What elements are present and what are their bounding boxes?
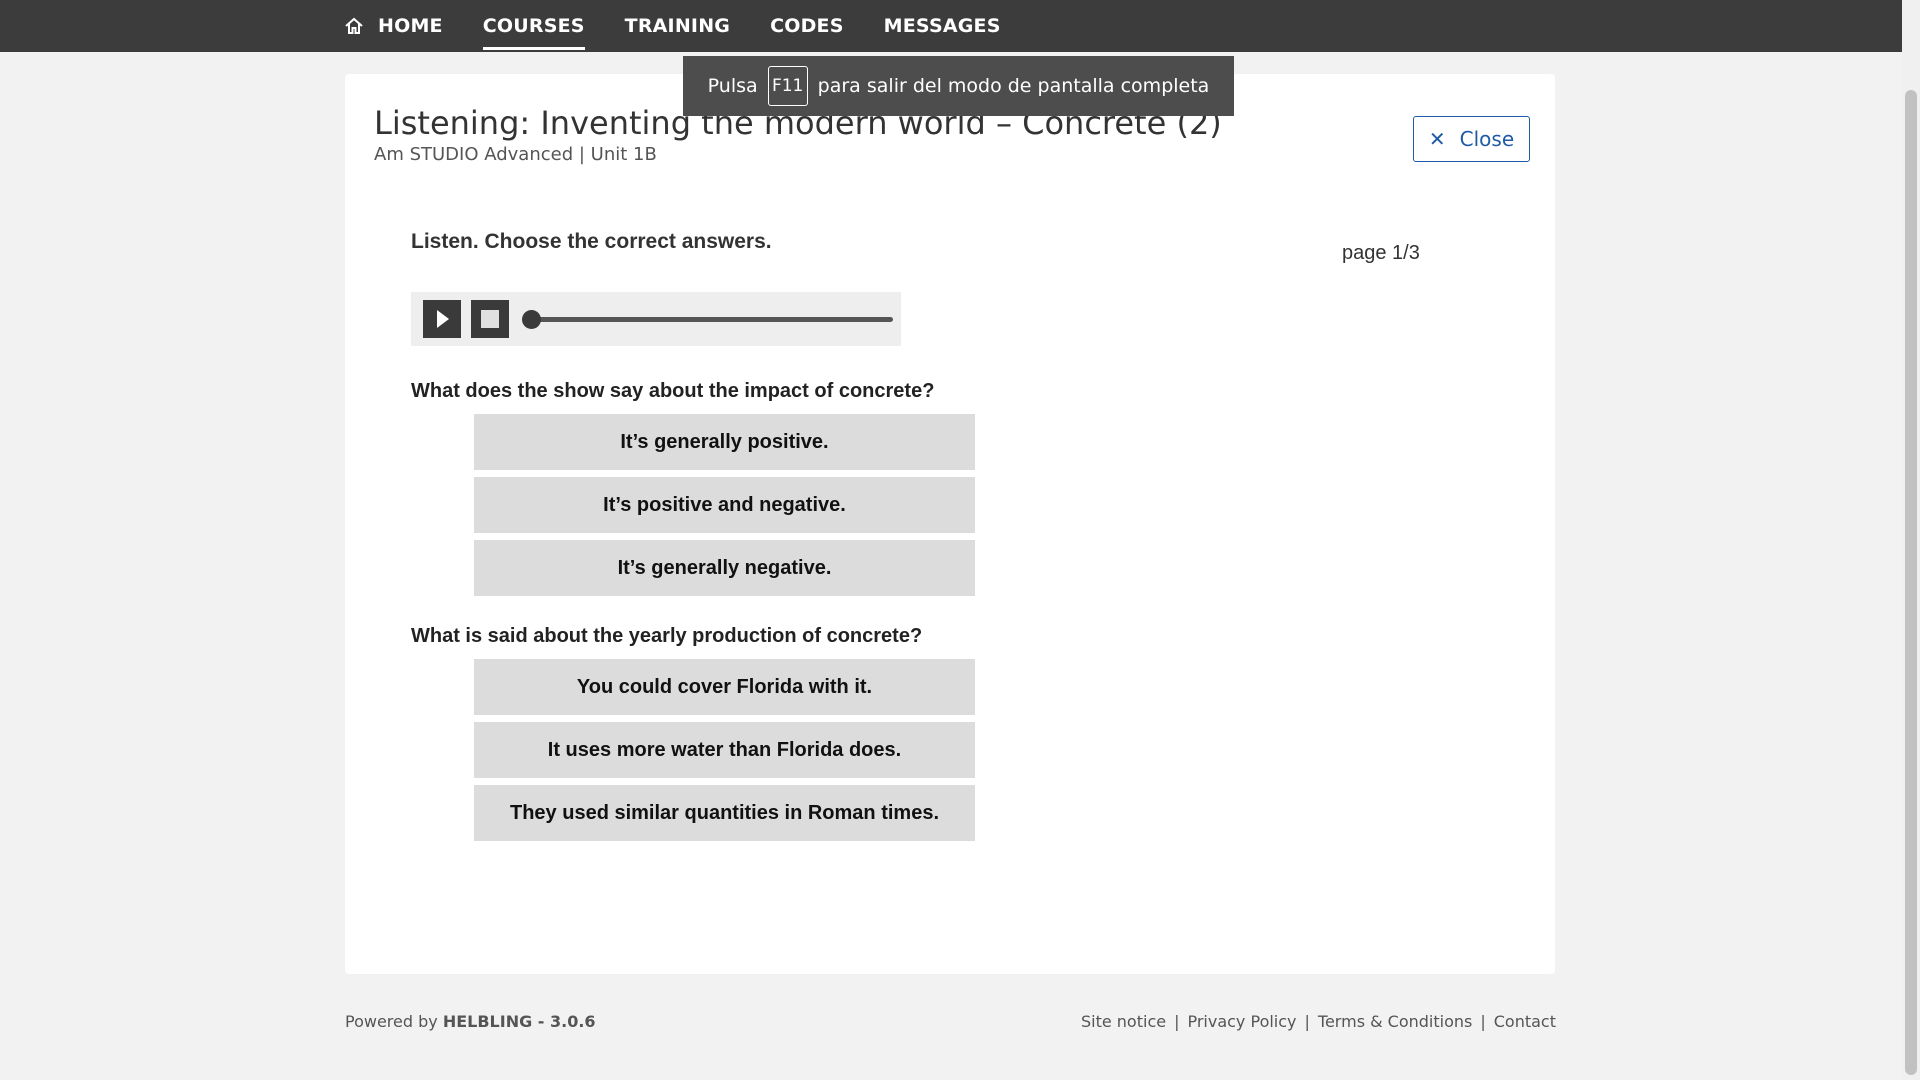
question-1: What does the show say about the impact … (411, 380, 935, 402)
home-icon (344, 16, 364, 36)
audio-player (411, 292, 901, 346)
exercise-instruction: Listen. Choose the correct answers. (411, 230, 772, 253)
powered-brand: HELBLING - 3.0.6 (442, 1012, 596, 1031)
nav-item-label: CODES (770, 15, 844, 37)
stop-button[interactable] (471, 300, 509, 338)
footer-powered-by: Powered by HELBLING - 3.0.6 (345, 1012, 596, 1031)
close-button-label: Close (1459, 127, 1515, 151)
nav-item-home[interactable]: HOME (344, 0, 443, 52)
footer-link-site-notice[interactable]: Site notice (1081, 1012, 1166, 1031)
nav-item-codes[interactable]: CODES (770, 0, 844, 52)
footer-link-terms[interactable]: Terms & Conditions (1318, 1012, 1472, 1031)
footer-links: Site notice | Privacy Policy | Terms & C… (1081, 1012, 1556, 1031)
powered-prefix: Powered by (345, 1012, 438, 1031)
page-indicator: page 1/3 (1342, 242, 1420, 264)
footer-link-privacy-policy[interactable]: Privacy Policy (1187, 1012, 1296, 1031)
top-navigation-bar: HOME COURSES TRAINING CODES MESSAGES (0, 0, 1902, 52)
question-2-options: You could cover Florida with it. It uses… (474, 659, 975, 848)
exercise-card: Listening: Inventing the modern world – … (345, 74, 1555, 974)
nav-item-training[interactable]: TRAINING (625, 0, 730, 52)
nav-item-label: COURSES (482, 15, 585, 37)
audio-progress-knob[interactable] (522, 310, 541, 329)
answer-option[interactable]: It’s generally positive. (474, 414, 975, 470)
footer-link-contact[interactable]: Contact (1494, 1012, 1556, 1031)
nav-item-label: TRAINING (624, 15, 731, 37)
fullscreen-toast: Pulsa F11 para salir del modo de pantall… (683, 56, 1234, 116)
question-1-options: It’s generally positive. It’s positive a… (474, 414, 975, 603)
close-button[interactable]: ✕ Close (1413, 116, 1530, 162)
nav-item-label: MESSAGES (883, 15, 1001, 37)
answer-option[interactable]: It’s positive and negative. (474, 477, 975, 533)
toast-text-before: Pulsa (707, 75, 758, 97)
question-2: What is said about the yearly production… (411, 625, 923, 647)
nav-item-courses[interactable]: COURSES (482, 0, 585, 52)
page-scrollbar[interactable] (1902, 0, 1920, 1080)
toast-text-after: para salir del modo de pantalla completa (817, 75, 1210, 97)
answer-option[interactable]: It uses more water than Florida does. (474, 722, 975, 778)
toast-key: F11 (767, 66, 808, 106)
play-button[interactable] (423, 300, 461, 338)
footer-separator: | (1480, 1012, 1486, 1031)
audio-progress-track[interactable] (529, 317, 893, 322)
nav-item-messages[interactable]: MESSAGES (884, 0, 1001, 52)
close-icon: ✕ (1428, 127, 1446, 151)
nav-item-label: HOME (378, 15, 443, 37)
page-subtitle: Am STUDIO Advanced | Unit 1B (374, 144, 657, 165)
footer-separator: | (1304, 1012, 1310, 1031)
answer-option[interactable]: It’s generally negative. (474, 540, 975, 596)
answer-option[interactable]: You could cover Florida with it. (474, 659, 975, 715)
footer-separator: | (1174, 1012, 1180, 1031)
answer-option[interactable]: They used similar quantities in Roman ti… (474, 785, 975, 841)
scrollbar-thumb[interactable] (1905, 90, 1917, 1075)
main-nav: HOME COURSES TRAINING CODES MESSAGES (344, 0, 1041, 52)
